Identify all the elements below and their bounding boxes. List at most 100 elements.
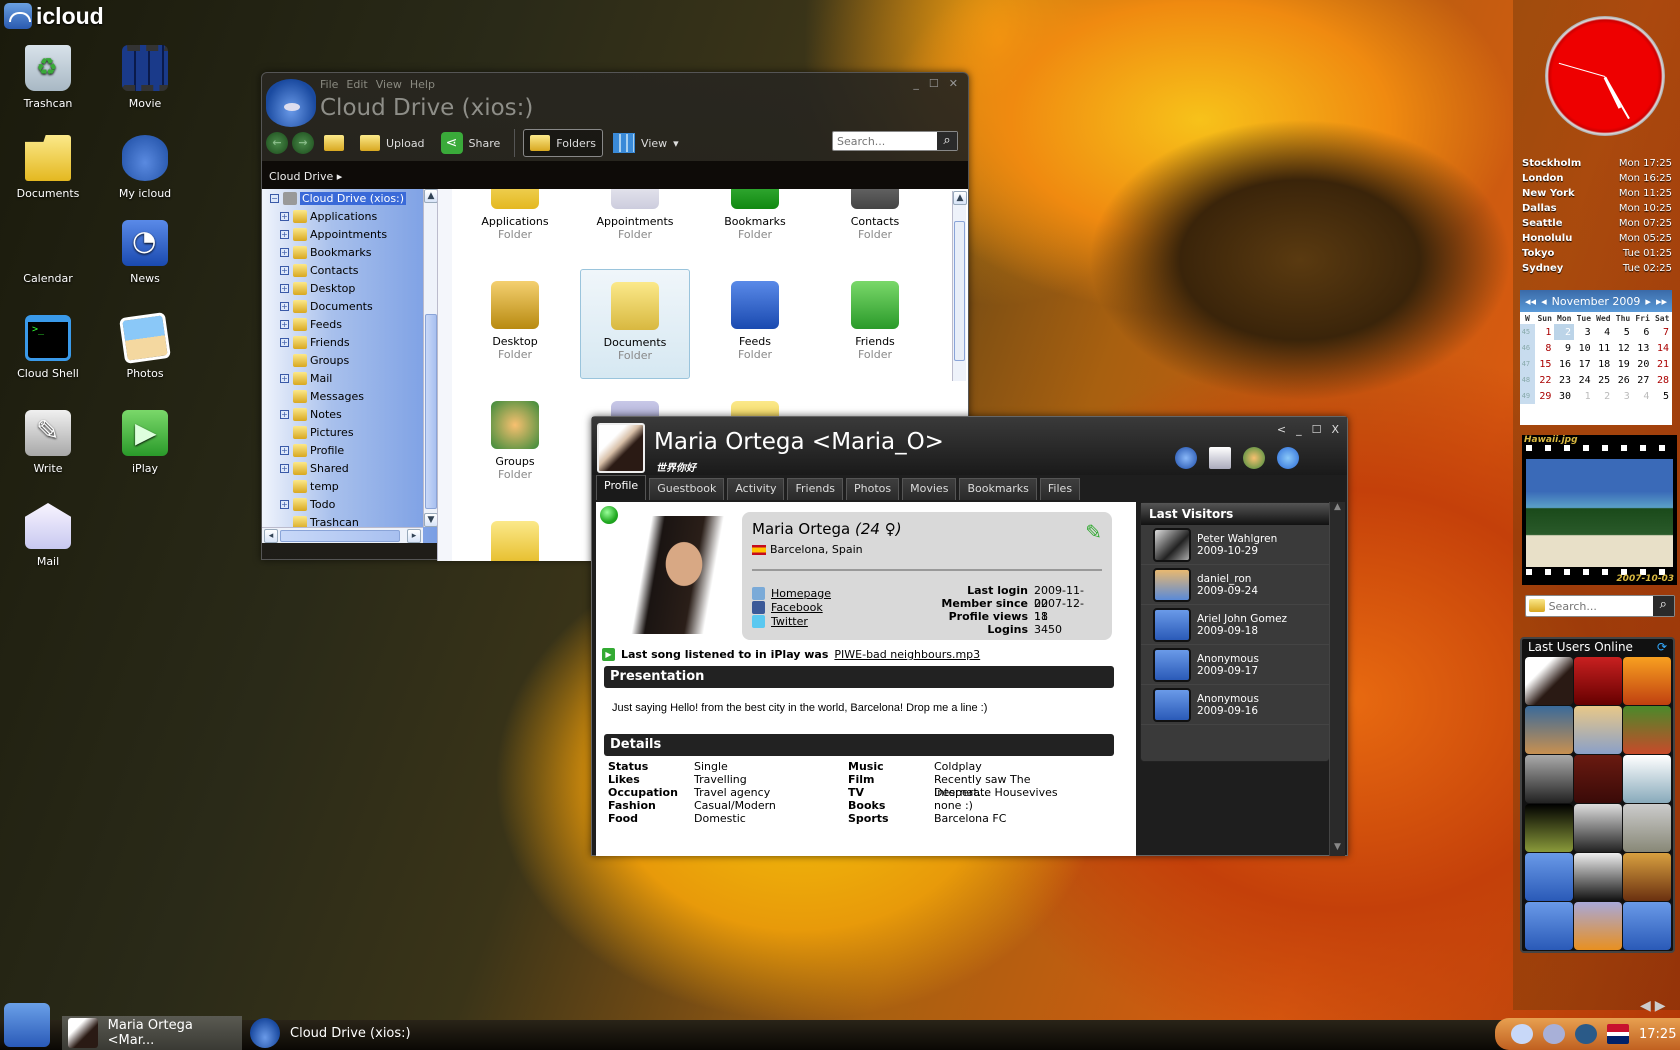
scroll-left-button[interactable]: ◂	[264, 529, 278, 543]
widget-search-input[interactable]	[1544, 596, 1653, 616]
scroll-down-button[interactable]: ▼	[1330, 842, 1345, 856]
back-button[interactable]: ←	[266, 132, 288, 154]
taskbar-item-cloud-drive[interactable]: Cloud Drive (xios:)	[244, 1016, 424, 1050]
expand-icon[interactable]: +	[280, 499, 289, 509]
view-button[interactable]: View ▾	[607, 129, 685, 157]
visitor-item[interactable]: Ariel John Gomez 2009-09-18	[1141, 605, 1329, 645]
song-link[interactable]: PIWE-bad neighbours.mp3	[834, 648, 980, 661]
taskbar-item-profile[interactable]: Maria Ortega <Mar...	[62, 1016, 242, 1050]
next-widget-button[interactable]: ▶	[1655, 998, 1666, 1014]
uk-flag-icon[interactable]	[1607, 1024, 1629, 1044]
calendar-day[interactable]: 20	[1633, 356, 1653, 372]
tree-item[interactable]: + Contacts	[270, 261, 437, 279]
scroll-up-button[interactable]: ▲	[953, 191, 967, 205]
online-user-avatar[interactable]	[1574, 902, 1622, 950]
online-user-avatar[interactable]	[1574, 706, 1622, 754]
calendar-day[interactable]: 16	[1554, 356, 1574, 372]
calendar-day[interactable]: 11	[1594, 340, 1614, 356]
maximize-button[interactable]: ☐	[1312, 423, 1322, 436]
tab-activity[interactable]: Activity	[727, 478, 785, 500]
online-user-avatar[interactable]	[1525, 755, 1573, 803]
tab-friends[interactable]: Friends	[787, 478, 844, 500]
hscroll-thumb[interactable]	[280, 530, 400, 542]
calendar-day[interactable]: 24	[1574, 372, 1594, 388]
menu-view[interactable]: View	[376, 78, 402, 91]
calendar-day[interactable]: 3	[1574, 324, 1594, 340]
menu-edit[interactable]: Edit	[346, 78, 367, 91]
calendar-day[interactable]: 27	[1633, 372, 1653, 388]
tree-item[interactable]: + Todo	[270, 495, 437, 513]
tab-files[interactable]: Files	[1039, 478, 1081, 500]
expand-icon[interactable]: +	[280, 463, 289, 473]
calendar-day[interactable]: 22	[1535, 372, 1555, 388]
scroll-thumb[interactable]	[425, 314, 437, 509]
compose-mail-icon[interactable]	[1209, 447, 1231, 469]
desktop-icon-photos[interactable]: Photos	[100, 312, 190, 380]
calendar-day[interactable]: 10	[1574, 340, 1594, 356]
settings-gears-icon[interactable]	[1543, 1024, 1565, 1044]
calendar-day[interactable]: 28	[1652, 372, 1672, 388]
share-window-button[interactable]: <	[1277, 423, 1286, 436]
online-user-avatar[interactable]	[1623, 902, 1671, 950]
online-user-avatar[interactable]	[1574, 755, 1622, 803]
taskbar-clock[interactable]: 17:25	[1639, 1027, 1676, 1042]
tree-item[interactable]: + Notes	[270, 405, 437, 423]
calendar-day[interactable]: 8	[1535, 340, 1555, 356]
calendar-day[interactable]: 4	[1594, 324, 1614, 340]
prev-widget-button[interactable]: ◀	[1640, 998, 1651, 1014]
content-scrollbar[interactable]: ▲	[952, 191, 967, 381]
desktop-icon-iplay[interactable]: iPlay	[100, 410, 190, 475]
control-panel-icon[interactable]	[1575, 1024, 1597, 1044]
tab-guestbook[interactable]: Guestbook	[649, 478, 725, 500]
edit-pencil-icon[interactable]: ✎	[1085, 520, 1102, 544]
tree-item[interactable]: Groups	[270, 351, 437, 369]
file-tile[interactable]: Bookmarks Folder	[700, 189, 810, 259]
menu-help[interactable]: Help	[410, 78, 435, 91]
calendar-day[interactable]: 9	[1554, 340, 1574, 356]
desktop-icon-calendar[interactable]: Calendar	[3, 220, 1591, 556]
calendar-day[interactable]: 1	[1535, 324, 1555, 340]
online-user-avatar[interactable]	[1525, 804, 1573, 852]
tree-item[interactable]: + Profile	[270, 441, 437, 459]
calendar-day[interactable]: 17	[1574, 356, 1594, 372]
desktop-icon-cloud-shell[interactable]: Cloud Shell	[3, 315, 93, 380]
collapse-icon[interactable]: −	[270, 193, 279, 203]
online-user-avatar[interactable]	[1525, 853, 1573, 901]
share-button[interactable]: ⋖ Share	[435, 129, 507, 157]
expand-icon[interactable]: +	[280, 373, 289, 383]
refresh-folder-button[interactable]	[318, 129, 350, 157]
calendar-day[interactable]: 4	[1633, 388, 1653, 404]
online-user-avatar[interactable]	[1574, 853, 1622, 901]
online-user-avatar[interactable]	[1623, 804, 1671, 852]
search-icon[interactable]: ⌕	[1652, 596, 1674, 616]
messages-icon[interactable]	[1511, 1024, 1533, 1044]
expand-icon[interactable]: +	[280, 283, 289, 293]
tree-connector[interactable]	[280, 392, 289, 401]
upload-button[interactable]: Upload	[354, 129, 431, 157]
file-tile[interactable]: Contacts Folder	[820, 189, 930, 259]
forward-button[interactable]: →	[292, 132, 314, 154]
desktop-icon-mail[interactable]: Mail	[3, 503, 93, 568]
calendar-day[interactable]: 30	[1554, 388, 1574, 404]
calendar-day[interactable]: 13	[1633, 340, 1653, 356]
scroll-down-button[interactable]: ▼	[424, 513, 437, 527]
refresh-icon[interactable]: ⟳	[1657, 640, 1667, 656]
file-tile[interactable]: Applications Folder	[460, 189, 570, 259]
twitter-link[interactable]: Twitter	[771, 615, 808, 628]
file-tile[interactable]: Groups Folder	[460, 389, 570, 499]
online-user-avatar[interactable]	[1623, 853, 1671, 901]
calendar-day[interactable]: 5	[1613, 324, 1633, 340]
file-tile[interactable]: Appointments Folder	[580, 189, 690, 259]
calendar-day[interactable]: 5	[1652, 388, 1672, 404]
calendar-day[interactable]: 15	[1535, 356, 1555, 372]
calendar-day[interactable]: 7	[1652, 324, 1672, 340]
online-user-avatar[interactable]	[1623, 755, 1671, 803]
tree-item[interactable]: + Appointments	[270, 225, 437, 243]
tree-scrollbar[interactable]: ▲ ▼	[423, 189, 437, 527]
online-user-avatar[interactable]	[1525, 902, 1573, 950]
visitor-item[interactable]: Peter Wahlgren 2009-10-29	[1141, 525, 1329, 565]
scroll-right-button[interactable]: ▸	[407, 529, 421, 543]
calendar-day[interactable]: 18	[1594, 356, 1614, 372]
tree-connector[interactable]	[280, 482, 289, 491]
calendar-day[interactable]: 2	[1594, 388, 1614, 404]
